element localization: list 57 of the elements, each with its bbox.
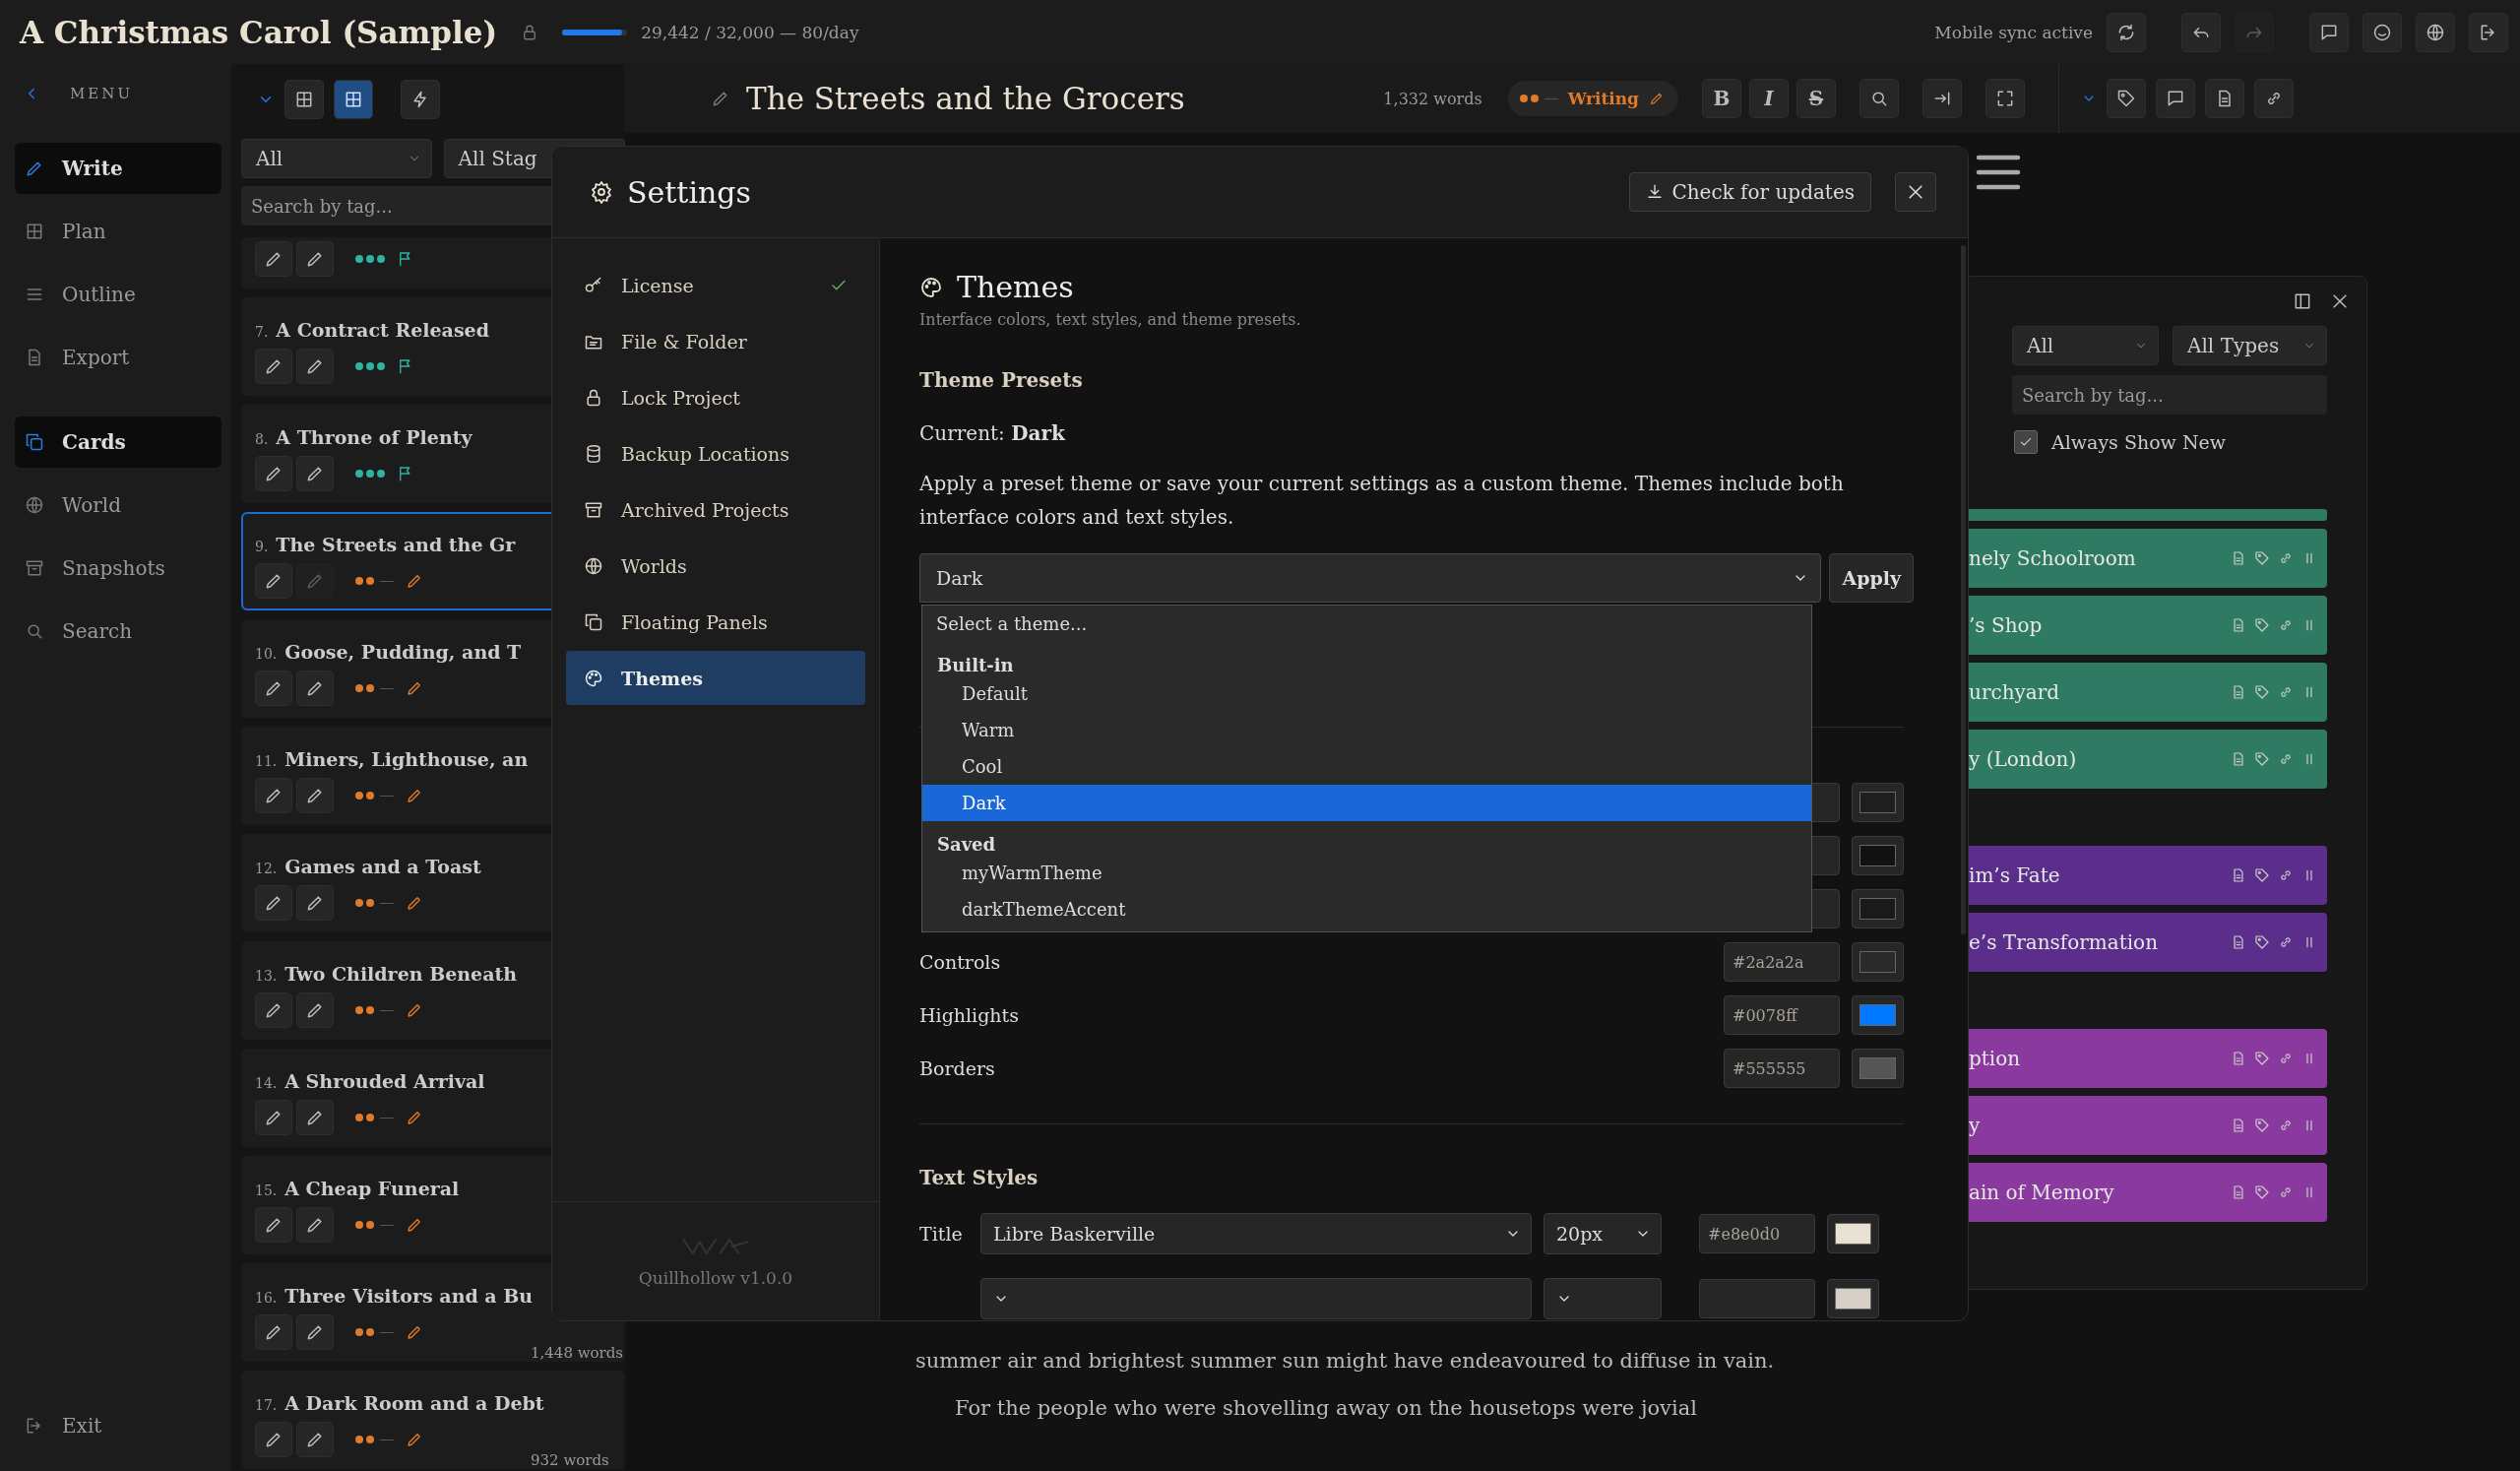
option-group-label: Saved xyxy=(936,833,997,855)
scene-title: Goose, Pudding, and T xyxy=(284,641,522,663)
scene-title: Miners, Lighthouse, an xyxy=(284,748,529,770)
scene-number: 8. xyxy=(255,431,269,447)
word-count: 1,332 words xyxy=(1383,89,1482,108)
color-label: Highlights xyxy=(919,1004,1019,1026)
color-label: Controls xyxy=(919,951,1001,973)
color-label: Borders xyxy=(919,1057,995,1079)
element-title: y (London) xyxy=(1969,747,2077,771)
scene-number: 15. xyxy=(255,1183,278,1198)
scene-title: A Dark Room and a Debt xyxy=(284,1392,544,1414)
project-title: A Christmas Carol (Sample) xyxy=(20,14,498,50)
scene-number: 14. xyxy=(255,1075,278,1091)
section-heading: Theme Presets xyxy=(919,368,1084,392)
element-title: ’s Shop xyxy=(1969,613,2043,637)
page-subtitle: Interface colors, text styles, and theme presets. xyxy=(919,310,1302,329)
element-title: y xyxy=(1969,1114,1981,1137)
element-title: im’s Fate xyxy=(1969,863,2060,887)
scene-number: 9. xyxy=(255,539,269,554)
stage-label: Writing xyxy=(1567,89,1639,108)
version-text: Quillhollow v1.0.0 xyxy=(638,1268,793,1288)
description-text: Apply a preset theme or save your current settings as a custom theme. Themes include both interface colors and text styles. xyxy=(919,471,1845,531)
progress-text: 29,442 / 32,000 — 80/day xyxy=(641,22,859,42)
element-title: e’s Transformation xyxy=(1969,930,2159,954)
scene-title: Two Children Beneath xyxy=(284,963,518,985)
scene-number: 11. xyxy=(255,753,278,769)
menu-heading: MENU xyxy=(70,85,134,102)
scene-number: 16. xyxy=(255,1290,278,1306)
sync-status: Mobile sync active xyxy=(1934,22,2093,42)
scene-number: 12. xyxy=(255,861,278,876)
checkbox-label: Always Show New xyxy=(2051,431,2227,453)
word-count: 1,448 words xyxy=(531,1344,624,1362)
scene-number: 7. xyxy=(255,324,269,340)
current-theme-text: Current: Dark xyxy=(919,421,1067,445)
body-paragraph: summer air and brightest summer sun might have endeavoured to diffuse in vain. xyxy=(915,1348,1776,1375)
scene-title: A Contract Released xyxy=(276,319,489,341)
element-title: nely Schoolroom xyxy=(1969,546,2136,570)
section-heading: Text Styles xyxy=(919,1166,1040,1189)
scene-title: A Shrouded Arrival xyxy=(284,1070,485,1092)
scene-number: 13. xyxy=(255,968,278,984)
scene-title: Three Visitors and a Bu xyxy=(284,1285,534,1307)
option-group-label: Built-in xyxy=(936,654,1015,675)
scene-title: Games and a Toast xyxy=(284,856,481,877)
element-title: ain of Memory xyxy=(1969,1181,2114,1204)
page-title: Themes xyxy=(957,270,1074,304)
body-paragraph: For the people who were shovelling away on the housetops were jovial xyxy=(954,1395,1698,1422)
style-label: Title xyxy=(919,1223,964,1245)
scene-number: 10. xyxy=(255,646,278,662)
scene-title: A Cheap Funeral xyxy=(284,1178,460,1199)
scene-title: A Throne of Plenty xyxy=(276,426,472,448)
scene-number: 17. xyxy=(255,1397,278,1413)
chapter-title: The Streets and the Grocers xyxy=(746,81,1185,116)
element-title: urchyard xyxy=(1969,680,2060,704)
element-title: ption xyxy=(1969,1047,2021,1070)
dialog-title: Settings xyxy=(627,174,751,210)
scene-title: The Streets and the Gr xyxy=(276,534,516,555)
word-count: 932 words xyxy=(531,1451,609,1469)
